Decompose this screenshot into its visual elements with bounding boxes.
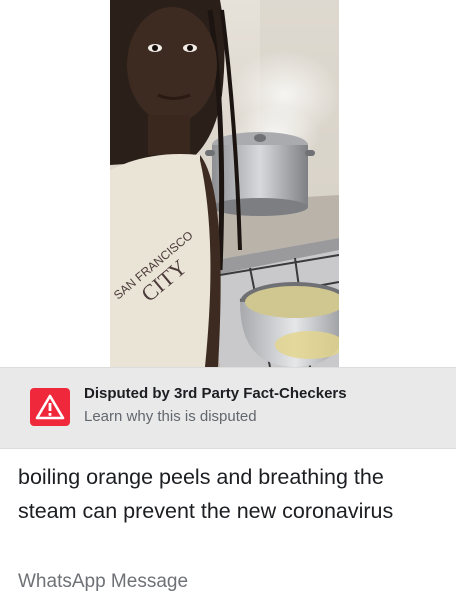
fact-check-banner[interactable]: Disputed by 3rd Party Fact-Checkers Lear… xyxy=(0,367,456,449)
alert-triangle-icon xyxy=(30,388,70,426)
post-media: SAN FRANCISCO CITY xyxy=(0,0,456,367)
video-thumbnail[interactable]: SAN FRANCISCO CITY xyxy=(110,0,339,367)
fact-check-title: Disputed by 3rd Party Fact-Checkers xyxy=(84,385,347,402)
learn-why-link[interactable]: Learn why this is disputed xyxy=(84,408,257,425)
post-card: SAN FRANCISCO CITY Disputed by 3rd Party… xyxy=(0,0,456,611)
post-caption: boiling orange peels and breathing the s… xyxy=(18,465,394,523)
post-source[interactable]: WhatsApp Message xyxy=(18,571,188,593)
video-still-image: SAN FRANCISCO CITY xyxy=(110,0,339,367)
